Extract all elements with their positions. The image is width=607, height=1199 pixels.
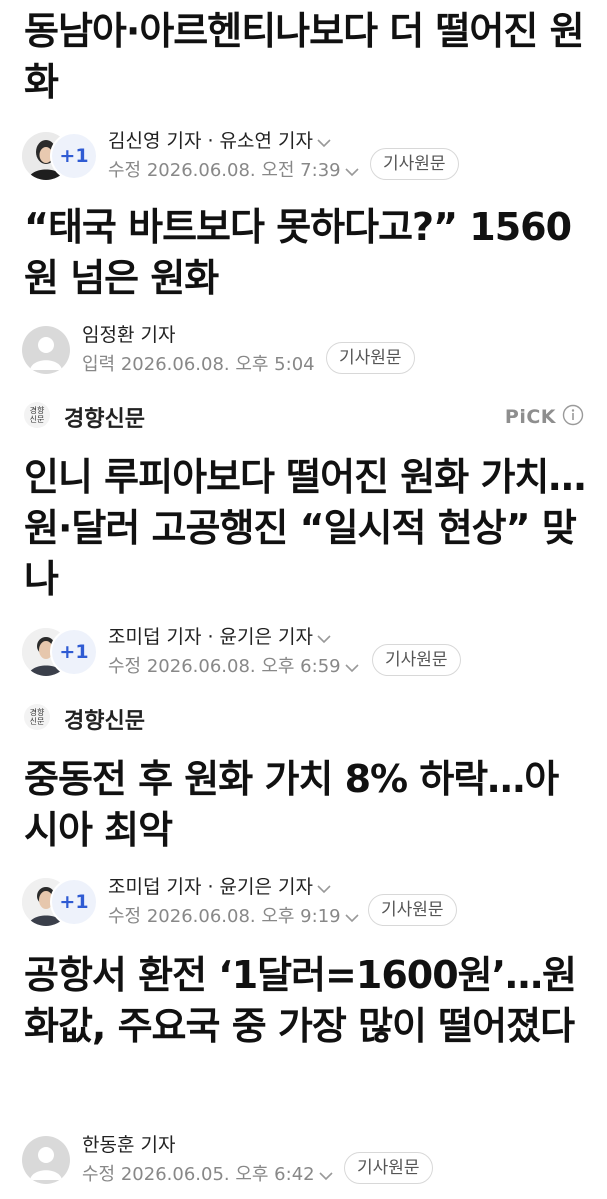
chevron-down-icon bbox=[345, 161, 359, 182]
original-article-button[interactable]: 기사원문 bbox=[326, 342, 415, 374]
pick-label[interactable]: PiCK bbox=[505, 404, 584, 431]
default-avatar-icon[interactable] bbox=[22, 1136, 70, 1184]
info-icon[interactable] bbox=[562, 404, 584, 431]
original-article-button[interactable]: 기사원문 bbox=[344, 1152, 433, 1184]
press-logo-text: 경향 신문 bbox=[29, 406, 45, 424]
reporter-names[interactable]: 조미덥 기자 · 윤기은 기자 bbox=[108, 622, 331, 649]
article-4-headline[interactable]: 중동전 후 원화 가치 8% 하락…아시아 최악 bbox=[24, 754, 589, 856]
article-timestamp[interactable]: 수정 2026.06.08. 오후 9:19 bbox=[108, 902, 359, 928]
chevron-down-icon bbox=[319, 1165, 333, 1186]
reporter-names[interactable]: 한동훈 기자 bbox=[82, 1130, 175, 1157]
chevron-down-icon bbox=[345, 907, 359, 928]
timestamp-text: 수정 2026.06.05. 오후 6:42 bbox=[82, 1164, 315, 1185]
timestamp-text: 수정 2026.06.08. 오후 6:59 bbox=[108, 656, 341, 677]
more-reporters-badge[interactable]: +1 bbox=[50, 878, 98, 926]
reporter-names-text: 조미덥 기자 · 윤기은 기자 bbox=[108, 876, 313, 898]
article-4-byline: +1 조미덥 기자 · 윤기은 기자 수정 2026.06.08. 오후 9:1… bbox=[22, 872, 592, 932]
article-1-headline[interactable]: 동남아·아르헨티나보다 더 떨어진 원화 bbox=[24, 6, 589, 108]
more-reporters-badge[interactable]: +1 bbox=[50, 628, 98, 676]
reporter-names[interactable]: 임정환 기자 bbox=[82, 320, 175, 347]
reporter-names[interactable]: 김신영 기자 · 유소연 기자 bbox=[108, 126, 331, 153]
timestamp-text: 수정 2026.06.08. 오전 7:39 bbox=[108, 160, 341, 181]
article-3-byline: +1 조미덥 기자 · 윤기은 기자 수정 2026.06.08. 오후 6:5… bbox=[22, 622, 592, 682]
press-logo: 경향 신문 bbox=[24, 402, 50, 428]
chevron-down-icon bbox=[317, 627, 331, 649]
press-header[interactable]: 경향 신문 경향신문 bbox=[24, 700, 584, 736]
article-2-byline: 임정환 기자 입력 2026.06.08. 오후 5:04 기사원문 bbox=[22, 320, 592, 380]
chevron-down-icon bbox=[317, 877, 331, 899]
chevron-down-icon bbox=[317, 131, 331, 153]
article-timestamp[interactable]: 수정 2026.06.05. 오후 6:42 bbox=[82, 1160, 333, 1186]
article-3-headline[interactable]: 인니 루피아보다 떨어진 원화 가치…원·달러 고공행진 “일시적 현상” 맞나 bbox=[24, 452, 589, 605]
more-reporters-badge[interactable]: +1 bbox=[50, 132, 98, 180]
article-1-byline: +1 김신영 기자 · 유소연 기자 수정 2026.06.08. 오전 7:3… bbox=[22, 126, 592, 186]
reporter-names-text: 조미덥 기자 · 윤기은 기자 bbox=[108, 626, 313, 648]
chevron-down-icon bbox=[345, 657, 359, 678]
press-name[interactable]: 경향신문 bbox=[64, 401, 145, 433]
press-header[interactable]: 경향 신문 경향신문 PiCK bbox=[24, 398, 584, 434]
original-article-button[interactable]: 기사원문 bbox=[368, 894, 457, 926]
article-2-headline[interactable]: “태국 바트보다 못하다고?” 1560원 넘은 원화 bbox=[24, 202, 589, 304]
original-article-button[interactable]: 기사원문 bbox=[372, 644, 461, 676]
timestamp-text: 수정 2026.06.08. 오후 9:19 bbox=[108, 906, 341, 927]
article-timestamp[interactable]: 수정 2026.06.08. 오후 6:59 bbox=[108, 652, 359, 678]
reporter-names-text: 김신영 기자 · 유소연 기자 bbox=[108, 130, 313, 152]
reporter-names[interactable]: 조미덥 기자 · 윤기은 기자 bbox=[108, 872, 331, 899]
article-5-headline[interactable]: 공항서 환전 ‘1달러=1600원’…원화값, 주요국 중 가장 많이 떨어졌다 bbox=[24, 950, 589, 1052]
press-logo: 경향 신문 bbox=[24, 704, 50, 730]
article-5-byline: 한동훈 기자 수정 2026.06.05. 오후 6:42 기사원문 bbox=[22, 1130, 592, 1190]
original-article-button[interactable]: 기사원문 bbox=[370, 148, 459, 180]
article-timestamp[interactable]: 수정 2026.06.08. 오전 7:39 bbox=[108, 156, 359, 182]
press-logo-text: 경향 신문 bbox=[29, 708, 45, 726]
press-name[interactable]: 경향신문 bbox=[64, 703, 145, 735]
pick-text: PiCK bbox=[504, 406, 556, 428]
default-avatar-icon[interactable] bbox=[22, 326, 70, 374]
article-timestamp: 입력 2026.06.08. 오후 5:04 bbox=[82, 354, 315, 375]
